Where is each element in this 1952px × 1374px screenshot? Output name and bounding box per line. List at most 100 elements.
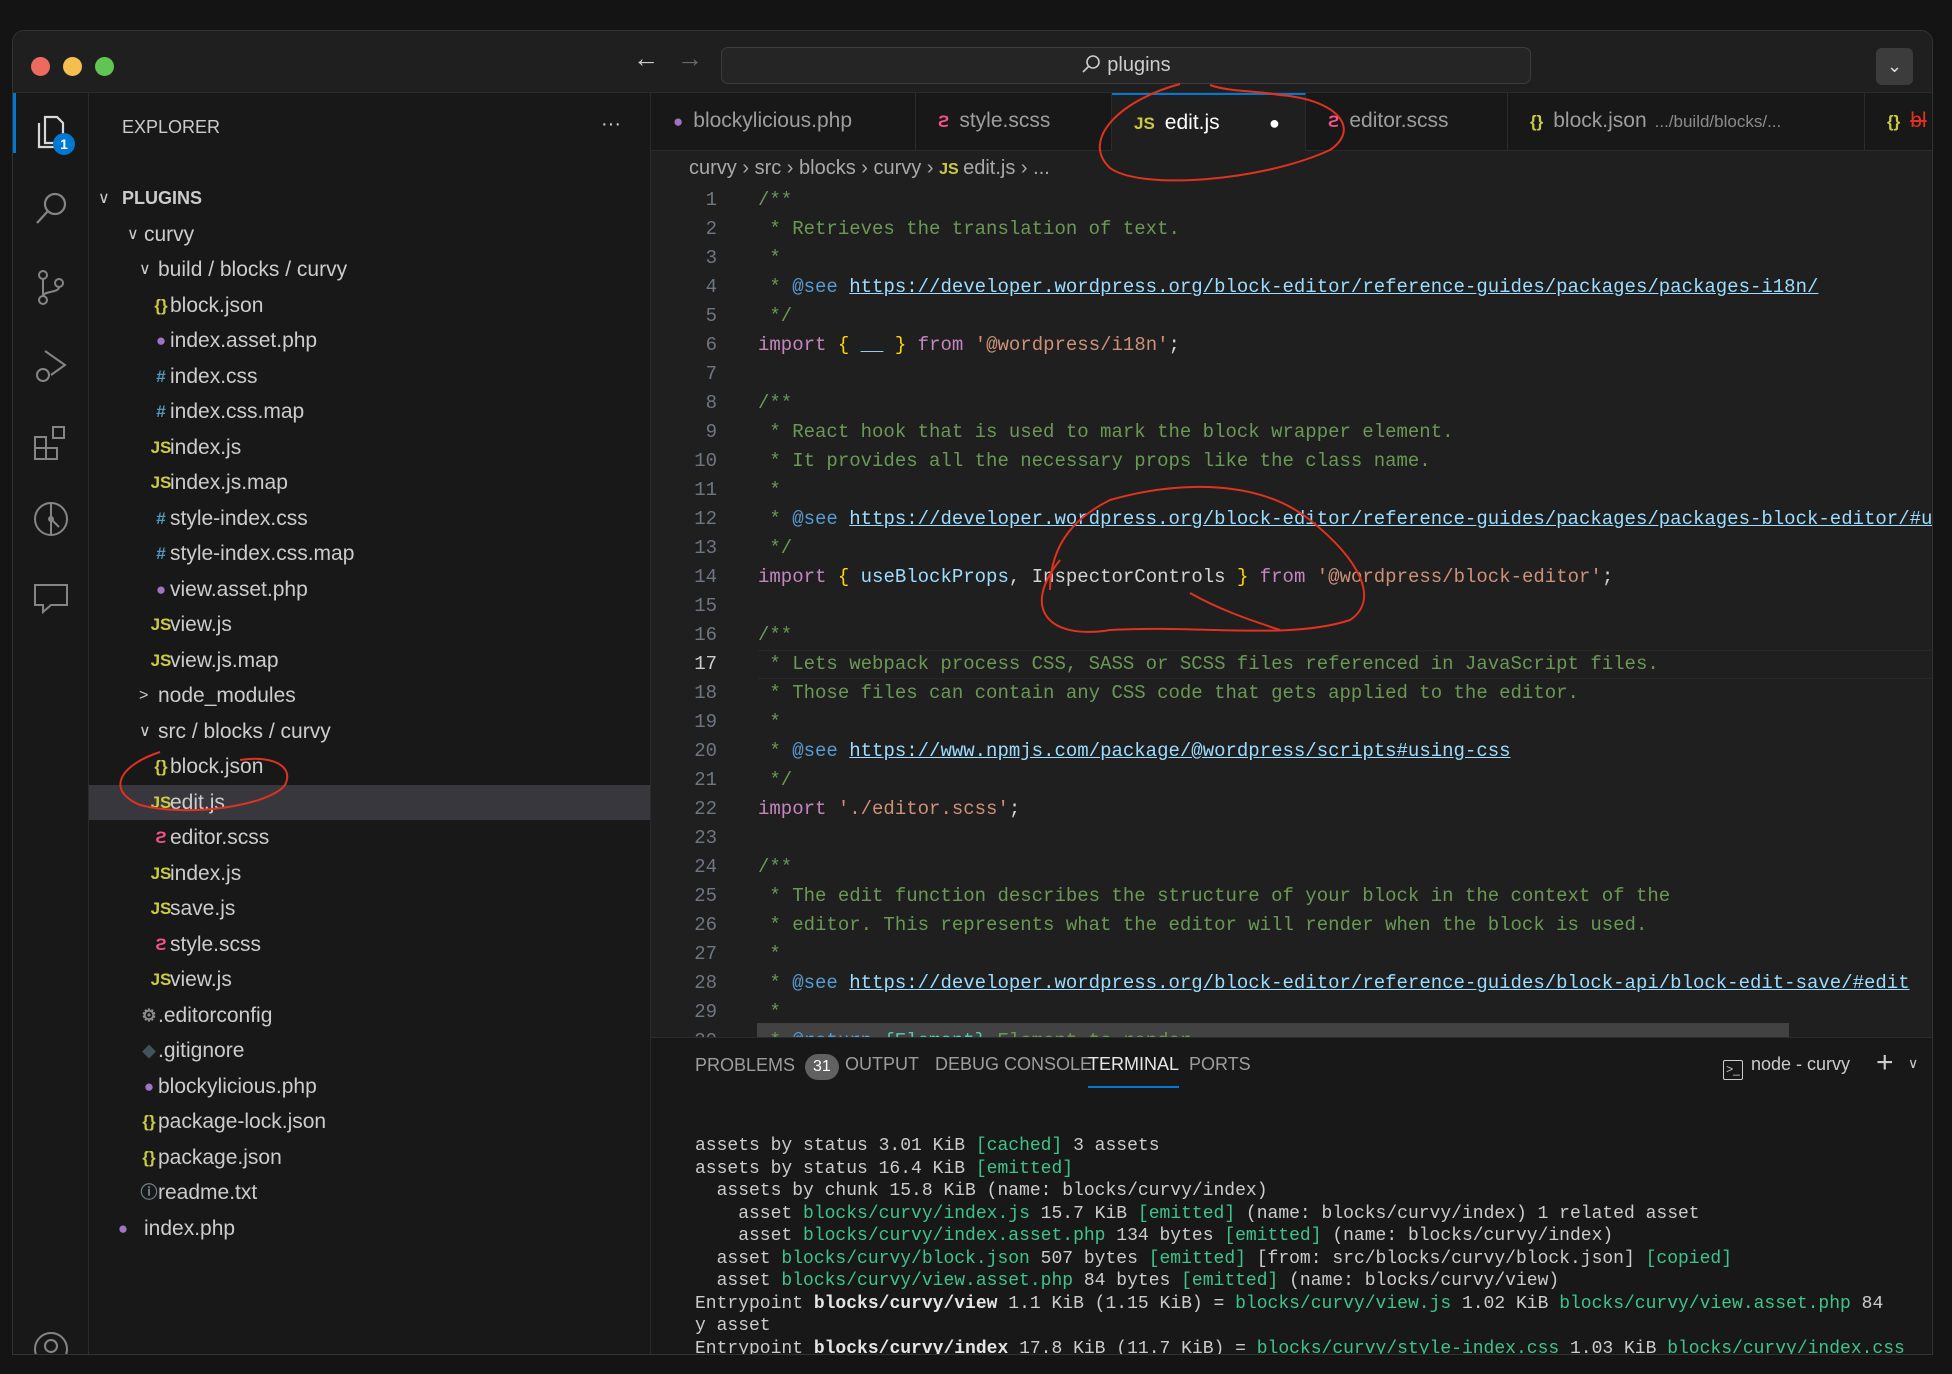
panel-tab-terminal[interactable]: TERMINAL xyxy=(1088,1054,1180,1088)
tree-item[interactable]: ϩ style.scss xyxy=(89,927,650,962)
code-line[interactable]: */ xyxy=(758,302,792,331)
tab-bl[interactable]: {} bl xyxy=(1865,93,1932,151)
close-window-button[interactable] xyxy=(31,57,50,76)
explorer-icon[interactable]: 1 xyxy=(31,111,75,155)
tree-item[interactable]: # style-index.css xyxy=(89,501,650,536)
tree-item[interactable]: {} package-lock.json xyxy=(89,1104,650,1139)
tab-style-scss[interactable]: ϩ style.scss xyxy=(916,93,1112,151)
breadcrumb-item[interactable]: curvy xyxy=(689,157,737,179)
panel-tab-debug-console[interactable]: DEBUG CONSOLE xyxy=(935,1054,1092,1084)
code-line[interactable]: * Lets webpack process CSS, SASS or SCSS… xyxy=(758,650,1658,679)
tree-item[interactable]: {} block.json xyxy=(89,749,650,784)
tree-item[interactable]: JS view.js xyxy=(89,962,650,997)
search-icon[interactable] xyxy=(31,189,71,229)
account-icon[interactable] xyxy=(31,1329,71,1354)
back-arrow-icon[interactable]: ← xyxy=(633,43,659,74)
code-line[interactable]: * xyxy=(758,940,780,969)
command-center-search[interactable]: plugins xyxy=(721,47,1531,84)
panel-tab-ports[interactable]: PORTS xyxy=(1189,1054,1251,1084)
breadcrumb-item[interactable]: edit.js xyxy=(963,157,1015,179)
code-line[interactable]: * editor. This represents what the edito… xyxy=(758,911,1647,940)
panel-tab-output[interactable]: OUTPUT xyxy=(845,1054,919,1084)
tree-item[interactable]: ● index.php xyxy=(89,1211,650,1246)
tree-item[interactable]: JS edit.js xyxy=(89,784,650,820)
breadcrumb-item[interactable]: ... xyxy=(1033,157,1050,179)
tree-item[interactable]: ⓘ readme.txt xyxy=(89,1175,650,1210)
json-file-icon: {} xyxy=(1887,112,1901,131)
tree-item[interactable]: ⚙ .editorconfig xyxy=(89,998,650,1033)
breadcrumb-item[interactable]: src xyxy=(755,157,782,179)
more-actions-icon[interactable]: ··· xyxy=(601,113,621,136)
code-line[interactable]: * xyxy=(758,476,780,505)
tree-item[interactable]: ∨ curvy xyxy=(89,217,650,252)
tab-editor-scss[interactable]: ϩ editor.scss xyxy=(1306,93,1508,151)
code-line[interactable]: * xyxy=(758,244,780,273)
code-line[interactable]: /** xyxy=(758,187,792,215)
code-line[interactable]: */ xyxy=(758,766,792,795)
tab-blockylicious-php[interactable]: ● blockylicious.php xyxy=(651,93,916,151)
code-line[interactable]: * @see https://www.npmjs.com/package/@wo… xyxy=(758,737,1510,766)
tab-block-json[interactable]: {} block.json .../build/blocks/... xyxy=(1508,93,1865,151)
code-link[interactable]: https://developer.wordpress.org/block-ed… xyxy=(849,508,1932,530)
tree-item[interactable]: ∨ build / blocks / curvy xyxy=(89,252,650,287)
code-link[interactable]: https://developer.wordpress.org/block-ed… xyxy=(849,972,1909,994)
tree-item[interactable]: {} package.json xyxy=(89,1140,650,1175)
tree-item[interactable]: # style-index.css.map xyxy=(89,536,650,571)
code-line[interactable]: * It provides all the necessary props li… xyxy=(758,447,1430,476)
code-link[interactable]: https://developer.wordpress.org/block-ed… xyxy=(849,276,1818,298)
tree-item[interactable]: ◆ .gitignore xyxy=(89,1033,650,1068)
tree-item[interactable]: ∨ PLUGINS xyxy=(89,181,650,216)
tree-item[interactable]: JS view.js.map xyxy=(89,643,650,678)
tree-item[interactable]: > node_modules xyxy=(89,678,650,713)
code-line[interactable]: import { __ } from '@wordpress/i18n'; xyxy=(758,331,1180,360)
comments-icon[interactable] xyxy=(31,577,71,617)
code-line[interactable]: * @see https://developer.wordpress.org/b… xyxy=(758,969,1909,998)
panel-tab-problems[interactable]: PROBLEMS 31 xyxy=(695,1054,839,1084)
new-terminal-button[interactable]: + xyxy=(1876,1046,1894,1080)
code-line[interactable]: * @return {Element} Element to render. xyxy=(758,1027,1202,1037)
tree-item[interactable]: # index.css.map xyxy=(89,394,650,429)
tree-item[interactable]: JS view.js xyxy=(89,607,650,642)
terminal-dropdown-icon[interactable]: ∨ xyxy=(1908,1055,1918,1072)
tree-item[interactable]: # index.css xyxy=(89,359,650,394)
tree-item[interactable]: ∨ src / blocks / curvy xyxy=(89,714,650,749)
code-line[interactable]: * @see https://developer.wordpress.org/b… xyxy=(758,273,1818,302)
tree-item[interactable]: ● blockylicious.php xyxy=(89,1069,650,1104)
tab-edit-js[interactable]: JS edit.js ● xyxy=(1112,93,1306,151)
tree-item[interactable]: JS save.js xyxy=(89,891,650,926)
tree-item[interactable]: ● view.asset.php xyxy=(89,572,650,607)
run-debug-icon[interactable] xyxy=(31,345,71,385)
tree-item[interactable]: {} block.json xyxy=(89,288,650,323)
code-line[interactable]: */ xyxy=(758,534,792,563)
layout-dropdown-button[interactable]: ⌄ xyxy=(1876,48,1913,85)
tree-item[interactable]: ϩ editor.scss xyxy=(89,820,650,855)
code-line[interactable]: import { useBlockProps, InspectorControl… xyxy=(758,563,1613,592)
code-line[interactable]: import './editor.scss'; xyxy=(758,795,1020,824)
code-link[interactable]: https://www.npmjs.com/package/@wordpress… xyxy=(849,740,1510,762)
tree-item[interactable]: JS index.js xyxy=(89,430,650,465)
unsaved-dot-icon[interactable]: ● xyxy=(1269,95,1280,151)
breadcrumb-item[interactable]: blocks xyxy=(799,157,856,179)
maximize-window-button[interactable] xyxy=(95,57,114,76)
code-editor[interactable]: 1 /** 2 * Retrieves the translation of tex… xyxy=(651,187,1932,1037)
forward-arrow-icon[interactable]: → xyxy=(677,43,703,74)
code-line[interactable]: * xyxy=(758,998,780,1027)
code-line[interactable]: /** xyxy=(758,389,792,418)
breadcrumb-item[interactable]: curvy xyxy=(874,157,922,179)
code-line[interactable]: * React hook that is used to mark the bl… xyxy=(758,418,1453,447)
code-line[interactable]: * xyxy=(758,708,780,737)
tree-item[interactable]: ● index.asset.php xyxy=(89,323,650,358)
tree-item[interactable]: JS index.js.map xyxy=(89,465,650,500)
code-line[interactable]: /** xyxy=(758,853,792,882)
git-graph-icon[interactable] xyxy=(31,499,71,539)
tree-item[interactable]: JS index.js xyxy=(89,856,650,891)
extensions-icon[interactable] xyxy=(31,423,71,463)
code-line[interactable]: * Retrieves the translation of text. xyxy=(758,215,1179,244)
code-line[interactable]: /** xyxy=(758,621,792,650)
code-line[interactable]: * @see https://developer.wordpress.org/b… xyxy=(758,505,1932,534)
minimize-window-button[interactable] xyxy=(63,57,82,76)
source-control-icon[interactable] xyxy=(31,267,71,307)
code-line[interactable]: * The edit function describes the struct… xyxy=(758,882,1670,911)
code-line[interactable]: * Those files can contain any CSS code t… xyxy=(758,679,1579,708)
terminal-selector[interactable]: >_ node - curvy xyxy=(1723,1054,1850,1080)
